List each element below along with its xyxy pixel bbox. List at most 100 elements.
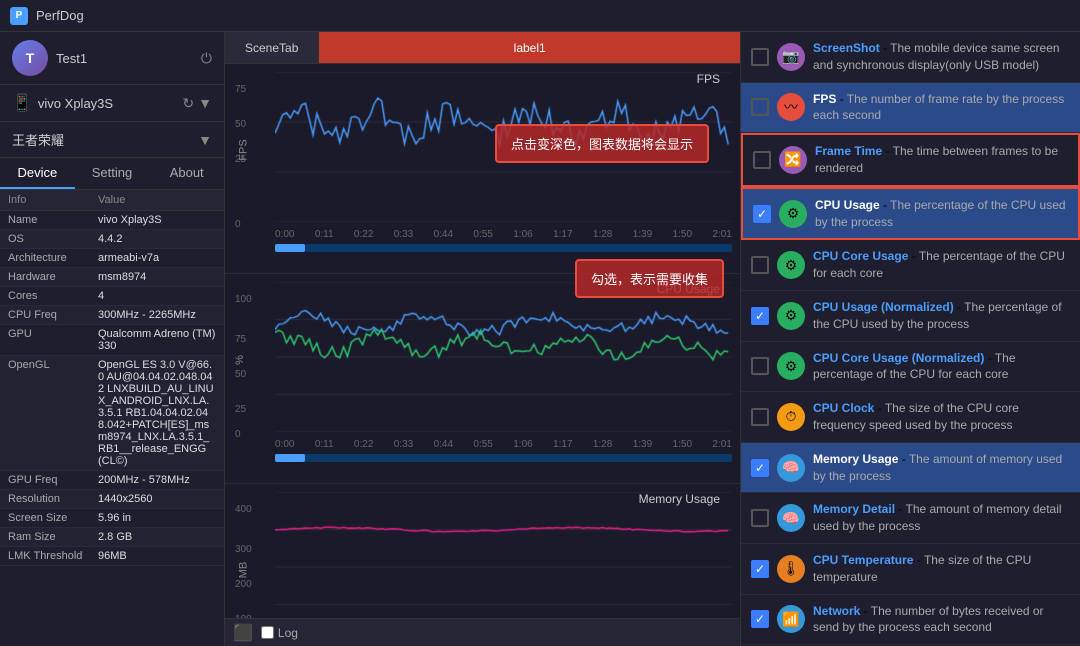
mem-y-200: 200 (235, 579, 252, 590)
metric-text-cpu_core_usage: CPU Core Usage - The percentage of the C… (813, 248, 1070, 282)
mem-y-300: 300 (235, 544, 252, 555)
info-label: Hardware (8, 271, 98, 283)
device-name: vivo Xplay3S (38, 96, 176, 111)
metric-icon-cpu_usage: ⚙ (779, 200, 807, 228)
info-label: Resolution (8, 493, 98, 505)
metric-checkbox-cpu_core_usage[interactable] (751, 256, 769, 274)
info-label: GPU (8, 328, 98, 340)
device-icon: 📱 (12, 93, 32, 113)
fps-scrollbar-thumb[interactable] (275, 244, 305, 252)
nav-tabs: Device Setting About (0, 158, 224, 190)
cpu-x-tick: 2:01 (712, 439, 731, 450)
fps-x-tick: 0:00 (275, 229, 294, 240)
metric-item-cpu_core_usage_norm[interactable]: ⚙ CPU Core Usage (Normalized) - The perce… (741, 342, 1080, 393)
metric-icon-cpu_core_usage_norm: ⚙ (777, 352, 805, 380)
info-row: CPU Freq300MHz - 2265MHz (0, 306, 224, 325)
metric-text-memory_detail: Memory Detail - The amount of memory det… (813, 501, 1070, 535)
fps-y-0: 0 (235, 219, 241, 230)
fps-scrollbar[interactable] (275, 244, 732, 252)
metric-item-network[interactable]: 📶Network - The number of bytes received … (741, 595, 1080, 646)
log-checkbox-input[interactable] (261, 626, 274, 639)
cpu-y-50: 50 (235, 369, 246, 380)
metric-text-cpu_core_usage_norm: CPU Core Usage (Normalized) - The percen… (813, 350, 1070, 384)
info-value: msm8974 (98, 271, 216, 283)
info-value: vivo Xplay3S (98, 214, 216, 226)
cpu-canvas (275, 282, 732, 432)
metric-checkbox-cpu_clock[interactable] (751, 408, 769, 426)
expand-button[interactable]: ⬛ (233, 623, 253, 643)
metric-text-cpu_temp: CPU Temperature - The size of the CPU te… (813, 552, 1070, 586)
metric-checkbox-network[interactable] (751, 610, 769, 628)
mem-y-100: 100 (235, 614, 252, 618)
cpu-x-tick: 1:06 (513, 439, 532, 450)
fps-x-tick: 0:11 (315, 229, 334, 240)
annotation-check: 勾选，表示需要收集 (575, 259, 724, 298)
username: Test1 (56, 51, 193, 66)
metric-item-cpu_usage[interactable]: ⚙CPU Usage - The percentage of the CPU u… (741, 187, 1080, 241)
info-label: Cores (8, 290, 98, 302)
metric-item-cpu_temp[interactable]: 🌡 CPU Temperature - The size of the CPU t… (741, 544, 1080, 595)
cpu-scrollbar[interactable] (275, 454, 732, 462)
info-table-header: Info Value (0, 190, 224, 211)
fps-x-tick: 1:50 (673, 229, 692, 240)
fps-y-25: 25 (235, 154, 246, 165)
metric-item-fps[interactable]: 〰FPS - The number of frame rate by the p… (741, 83, 1080, 134)
value-col-header: Value (98, 194, 125, 206)
metric-item-memory_detail[interactable]: 🧠 Memory Detail - The amount of memory de… (741, 493, 1080, 544)
metric-item-cpu_usage_norm[interactable]: ⚙CPU Usage (Normalized) - The percentage… (741, 291, 1080, 342)
tab-about[interactable]: About (149, 158, 224, 189)
fps-x-tick: 1:39 (633, 229, 652, 240)
tab-setting[interactable]: Setting (75, 158, 150, 189)
user-section: T Test1 ⏻ (0, 32, 224, 85)
metric-icon-cpu_temp: 🌡 (777, 555, 805, 583)
metric-checkbox-cpu_usage[interactable] (753, 205, 771, 223)
metric-checkbox-screenshot[interactable] (751, 48, 769, 66)
metric-icon-memory_detail: 🧠 (777, 504, 805, 532)
info-value: 200MHz - 578MHz (98, 474, 216, 486)
fps-x-tick: 0:22 (354, 229, 373, 240)
metric-checkbox-memory_detail[interactable] (751, 509, 769, 527)
fps-x-tick: 1:17 (553, 229, 572, 240)
cpu-x-tick: 1:17 (553, 439, 572, 450)
metric-checkbox-cpu_temp[interactable] (751, 560, 769, 578)
metric-desc-fps: The number of frame rate by the process … (813, 92, 1064, 123)
metric-checkbox-fps[interactable] (751, 98, 769, 116)
info-value: 2.8 GB (98, 531, 216, 543)
metric-icon-memory_usage: 🧠 (777, 454, 805, 482)
metric-item-memory_usage[interactable]: 🧠Memory Usage - The amount of memory use… (741, 443, 1080, 494)
metric-item-frame_time[interactable]: 🔀Frame Time - The time between frames to… (741, 133, 1080, 187)
mem-y-400: 400 (235, 504, 252, 515)
fps-x-tick: 1:06 (513, 229, 532, 240)
metric-checkbox-cpu_core_usage_norm[interactable] (751, 357, 769, 375)
device-dropdown-button[interactable]: ▼ (198, 95, 212, 112)
scene-tab-label[interactable]: SceneTab (225, 32, 319, 63)
metric-checkbox-memory_usage[interactable] (751, 459, 769, 477)
bottom-bar: ⬛ Log (225, 618, 740, 646)
tab-device[interactable]: Device (0, 158, 75, 189)
metric-item-screenshot[interactable]: 📷ScreenShot - The mobile device same scr… (741, 32, 1080, 83)
fps-chart-title: FPS (697, 72, 720, 86)
info-label: CPU Freq (8, 309, 98, 321)
metric-checkbox-cpu_usage_norm[interactable] (751, 307, 769, 325)
cpu-y-0: 0 (235, 429, 241, 440)
log-label: Log (278, 626, 298, 640)
refresh-device-button[interactable]: ↻ (182, 95, 194, 112)
metric-item-cpu_clock[interactable]: ⏱CPU Clock - The size of the CPU core fr… (741, 392, 1080, 443)
metric-checkbox-frame_time[interactable] (753, 151, 771, 169)
cpu-x-tick: 0:33 (394, 439, 413, 450)
metric-name-fps: FPS (813, 92, 836, 106)
info-label: Ram Size (8, 531, 98, 543)
game-dropdown-button[interactable]: ▼ (198, 132, 212, 148)
info-row: Ram Size2.8 GB (0, 528, 224, 547)
info-row: Hardwaremsm8974 (0, 268, 224, 287)
mem-chart-title: Memory Usage (639, 492, 720, 506)
info-value: 4 (98, 290, 216, 302)
info-value: 1440x2560 (98, 493, 216, 505)
metrics-list: 📷ScreenShot - The mobile device same scr… (741, 32, 1080, 646)
metric-item-cpu_core_usage[interactable]: ⚙CPU Core Usage - The percentage of the … (741, 240, 1080, 291)
cpu-scrollbar-thumb[interactable] (275, 454, 305, 462)
metric-icon-cpu_usage_norm: ⚙ (777, 302, 805, 330)
log-checkbox[interactable]: Log (261, 626, 298, 640)
cpu-x-tick: 0:44 (434, 439, 453, 450)
power-icon[interactable]: ⏻ (201, 50, 212, 67)
